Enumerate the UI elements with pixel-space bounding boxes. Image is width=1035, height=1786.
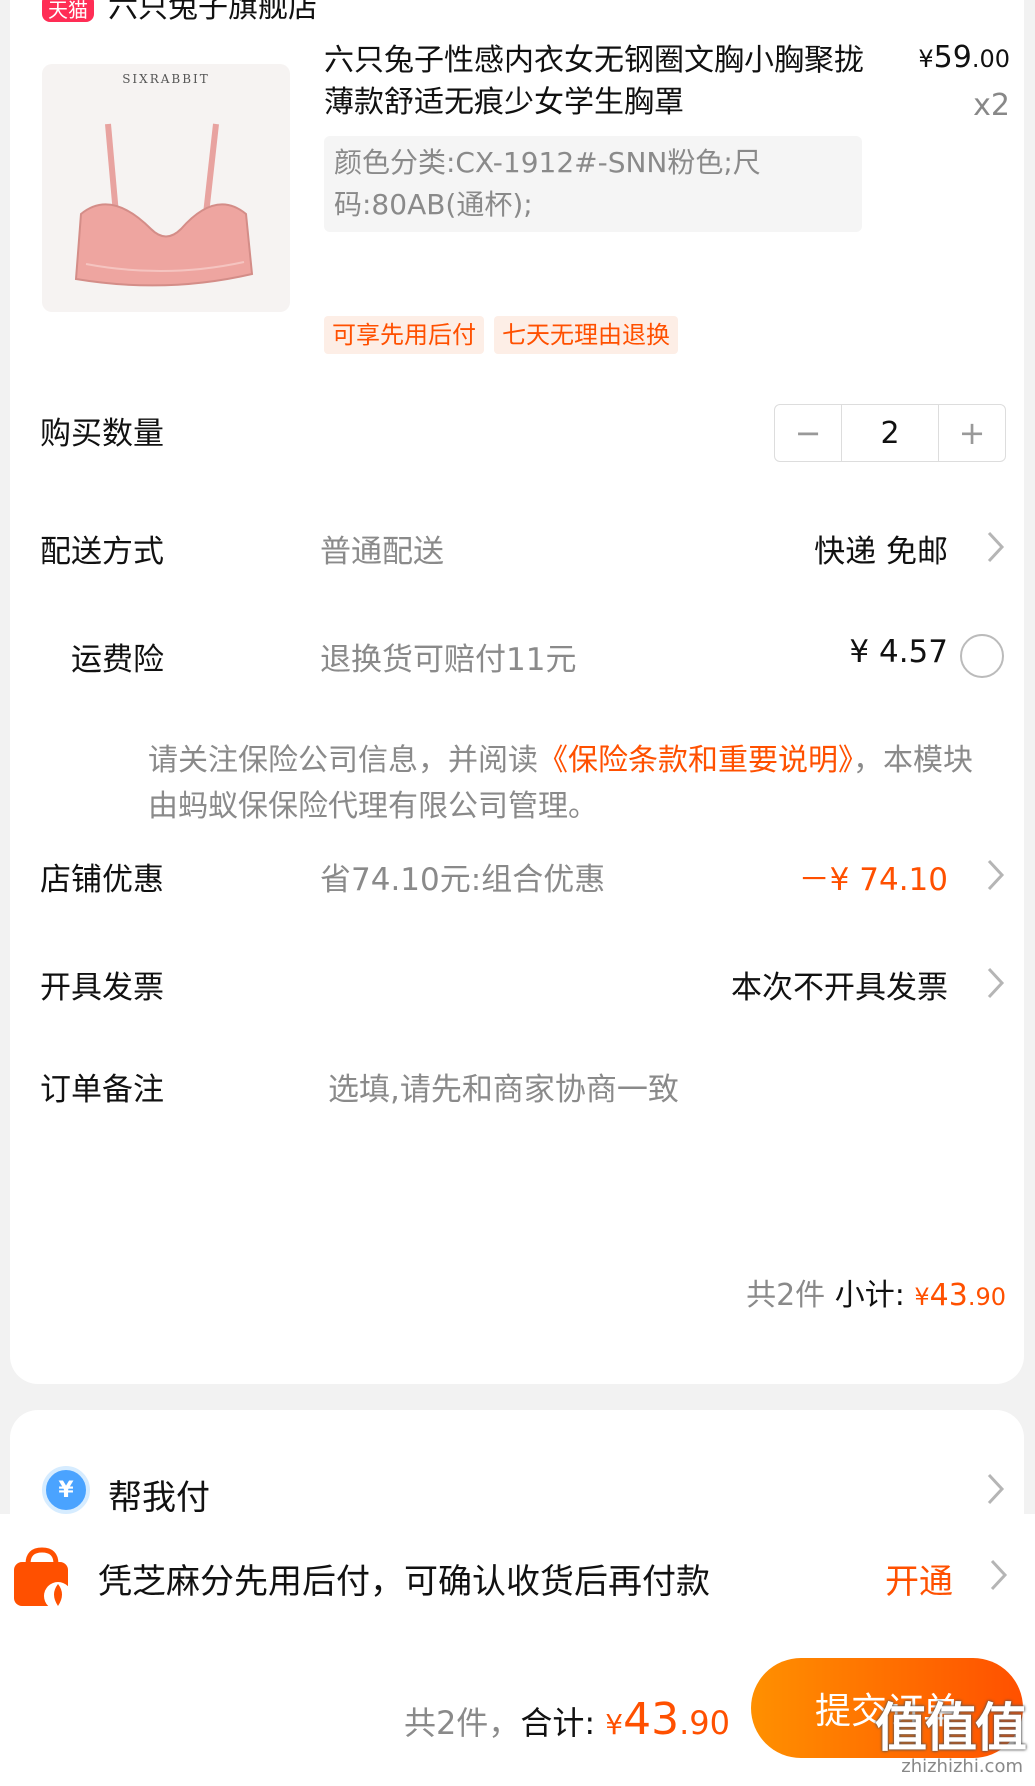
- insurance-terms-link[interactable]: 《保险条款和重要说明》: [538, 743, 853, 778]
- insurance-row: 运费险 退换货可赔付11元 ¥ 4.57: [10, 634, 1024, 684]
- delivery-row[interactable]: 配送方式 普通配送 快递 免邮: [10, 526, 1024, 576]
- subtotal-decimal: .90: [967, 1283, 1006, 1311]
- tag-seven-day-return: 七天无理由退换: [494, 316, 678, 354]
- discount-description: 省74.10元:组合优惠: [320, 862, 606, 898]
- delivery-method: 普通配送: [320, 534, 444, 570]
- quantity-row: 购买数量 − 2 +: [10, 404, 1024, 462]
- product-spec[interactable]: 颜色分类:CX-1912#-SNN粉色;尺码:80AB(通杯);: [324, 136, 862, 232]
- total-decimal: .90: [679, 1704, 730, 1742]
- total-integer: 43: [623, 1694, 680, 1745]
- watermark-logo: 值值值: [874, 1699, 1027, 1759]
- quantity-minus-button[interactable]: −: [775, 405, 841, 461]
- delivery-value: 快递 免邮: [814, 534, 948, 570]
- order-card: 天猫 六只兔子旗舰店 SIXRABBIT 六只兔子性感内衣女无钢圈文胸小胸聚拢薄…: [10, 0, 1024, 1384]
- site-watermark: 值值值 zhizhizhi.com: [860, 1686, 1027, 1786]
- insurance-description: 退换货可赔付11元: [320, 642, 577, 678]
- quantity-value[interactable]: 2: [841, 405, 939, 461]
- insurance-radio[interactable]: [960, 634, 1004, 678]
- discount-row[interactable]: 店铺优惠 省74.10元:组合优惠 －¥ 74.10: [10, 854, 1024, 904]
- delivery-label: 配送方式: [40, 534, 164, 570]
- help-pay-card[interactable]: ¥ 帮我付: [10, 1410, 1024, 1520]
- chevron-right-icon: [987, 859, 1005, 891]
- insurance-notice: 请关注保险公司信息，并阅读《保险条款和重要说明》，本模块由蚂蚁保保险代理有限公司…: [148, 738, 998, 830]
- help-pay-label: 帮我付: [108, 1478, 210, 1518]
- quantity-stepper[interactable]: − 2 +: [774, 404, 1006, 462]
- discount-value: －¥ 74.10: [798, 862, 948, 898]
- help-pay-icon: ¥: [42, 1466, 90, 1514]
- tmall-badge: 天猫: [42, 0, 94, 22]
- bra-image: [74, 123, 254, 287]
- total-currency: ¥: [605, 1708, 624, 1741]
- subtotal-currency: ¥: [914, 1283, 930, 1311]
- quantity-label: 购买数量: [40, 416, 164, 452]
- invoice-row[interactable]: 开具发票 本次不开具发票: [10, 962, 1024, 1012]
- invoice-value: 本次不开具发票: [731, 970, 948, 1006]
- price-currency: ¥: [918, 45, 934, 73]
- note-row: 订单备注 选填,请先和商家协商一致: [10, 1064, 1024, 1114]
- product-quantity: x2: [973, 88, 1010, 123]
- chevron-right-icon: [987, 1473, 1005, 1505]
- total-amount: ¥43.90: [605, 1694, 730, 1745]
- credit-pay-later-banner[interactable]: 凭芝麻分先用后付，可确认收货后再付款 开通: [0, 1514, 1035, 1636]
- product-thumbnail[interactable]: SIXRABBIT: [42, 64, 290, 312]
- price-decimal: .00: [971, 45, 1010, 73]
- quantity-plus-button[interactable]: +: [939, 405, 1005, 461]
- shopping-bag-icon: [14, 1547, 72, 1610]
- insurance-label: 运费险: [71, 642, 164, 678]
- shop-name[interactable]: 六只兔子旗舰店: [108, 0, 318, 22]
- product-tags: 可享先用后付 七天无理由退换: [324, 316, 678, 354]
- subtotal-amount: ¥43.90: [914, 1278, 1006, 1313]
- note-input[interactable]: 选填,请先和商家协商一致: [328, 1064, 679, 1109]
- notice-prefix: 请关注保险公司信息，并阅读: [148, 743, 538, 778]
- subtotal-label: 小计:: [825, 1278, 915, 1313]
- total-count: 共2件，: [403, 1704, 521, 1742]
- watermark-url: zhizhizhi.com: [901, 1756, 1023, 1777]
- discount-label: 店铺优惠: [40, 862, 164, 898]
- product-brand-logo: SIXRABBIT: [122, 72, 210, 86]
- order-total: 共2件，合计: ¥43.90: [404, 1694, 730, 1745]
- subtotal-integer: 43: [929, 1278, 968, 1313]
- chevron-right-icon: [987, 531, 1005, 563]
- product-price: ¥59.00: [918, 40, 1010, 75]
- tag-pay-later: 可享先用后付: [324, 316, 484, 354]
- note-label: 订单备注: [40, 1072, 164, 1108]
- insurance-price: ¥ 4.57: [849, 634, 948, 670]
- invoice-label: 开具发票: [40, 970, 164, 1006]
- credit-enable-link[interactable]: 开通: [885, 1554, 953, 1603]
- shop-header[interactable]: 天猫 六只兔子旗舰店: [42, 0, 318, 22]
- chevron-right-icon: [990, 1559, 1008, 1591]
- subtotal-count: 共2件: [746, 1278, 826, 1313]
- total-label: 合计:: [520, 1704, 606, 1742]
- price-integer: 59: [933, 40, 972, 75]
- subtotal: 共2件 小计: ¥43.90: [746, 1270, 1006, 1314]
- chevron-right-icon: [987, 967, 1005, 999]
- product-title[interactable]: 六只兔子性感内衣女无钢圈文胸小胸聚拢薄款舒适无痕少女学生胸罩: [324, 40, 884, 124]
- credit-description: 凭芝麻分先用后付，可确认收货后再付款: [98, 1562, 710, 1602]
